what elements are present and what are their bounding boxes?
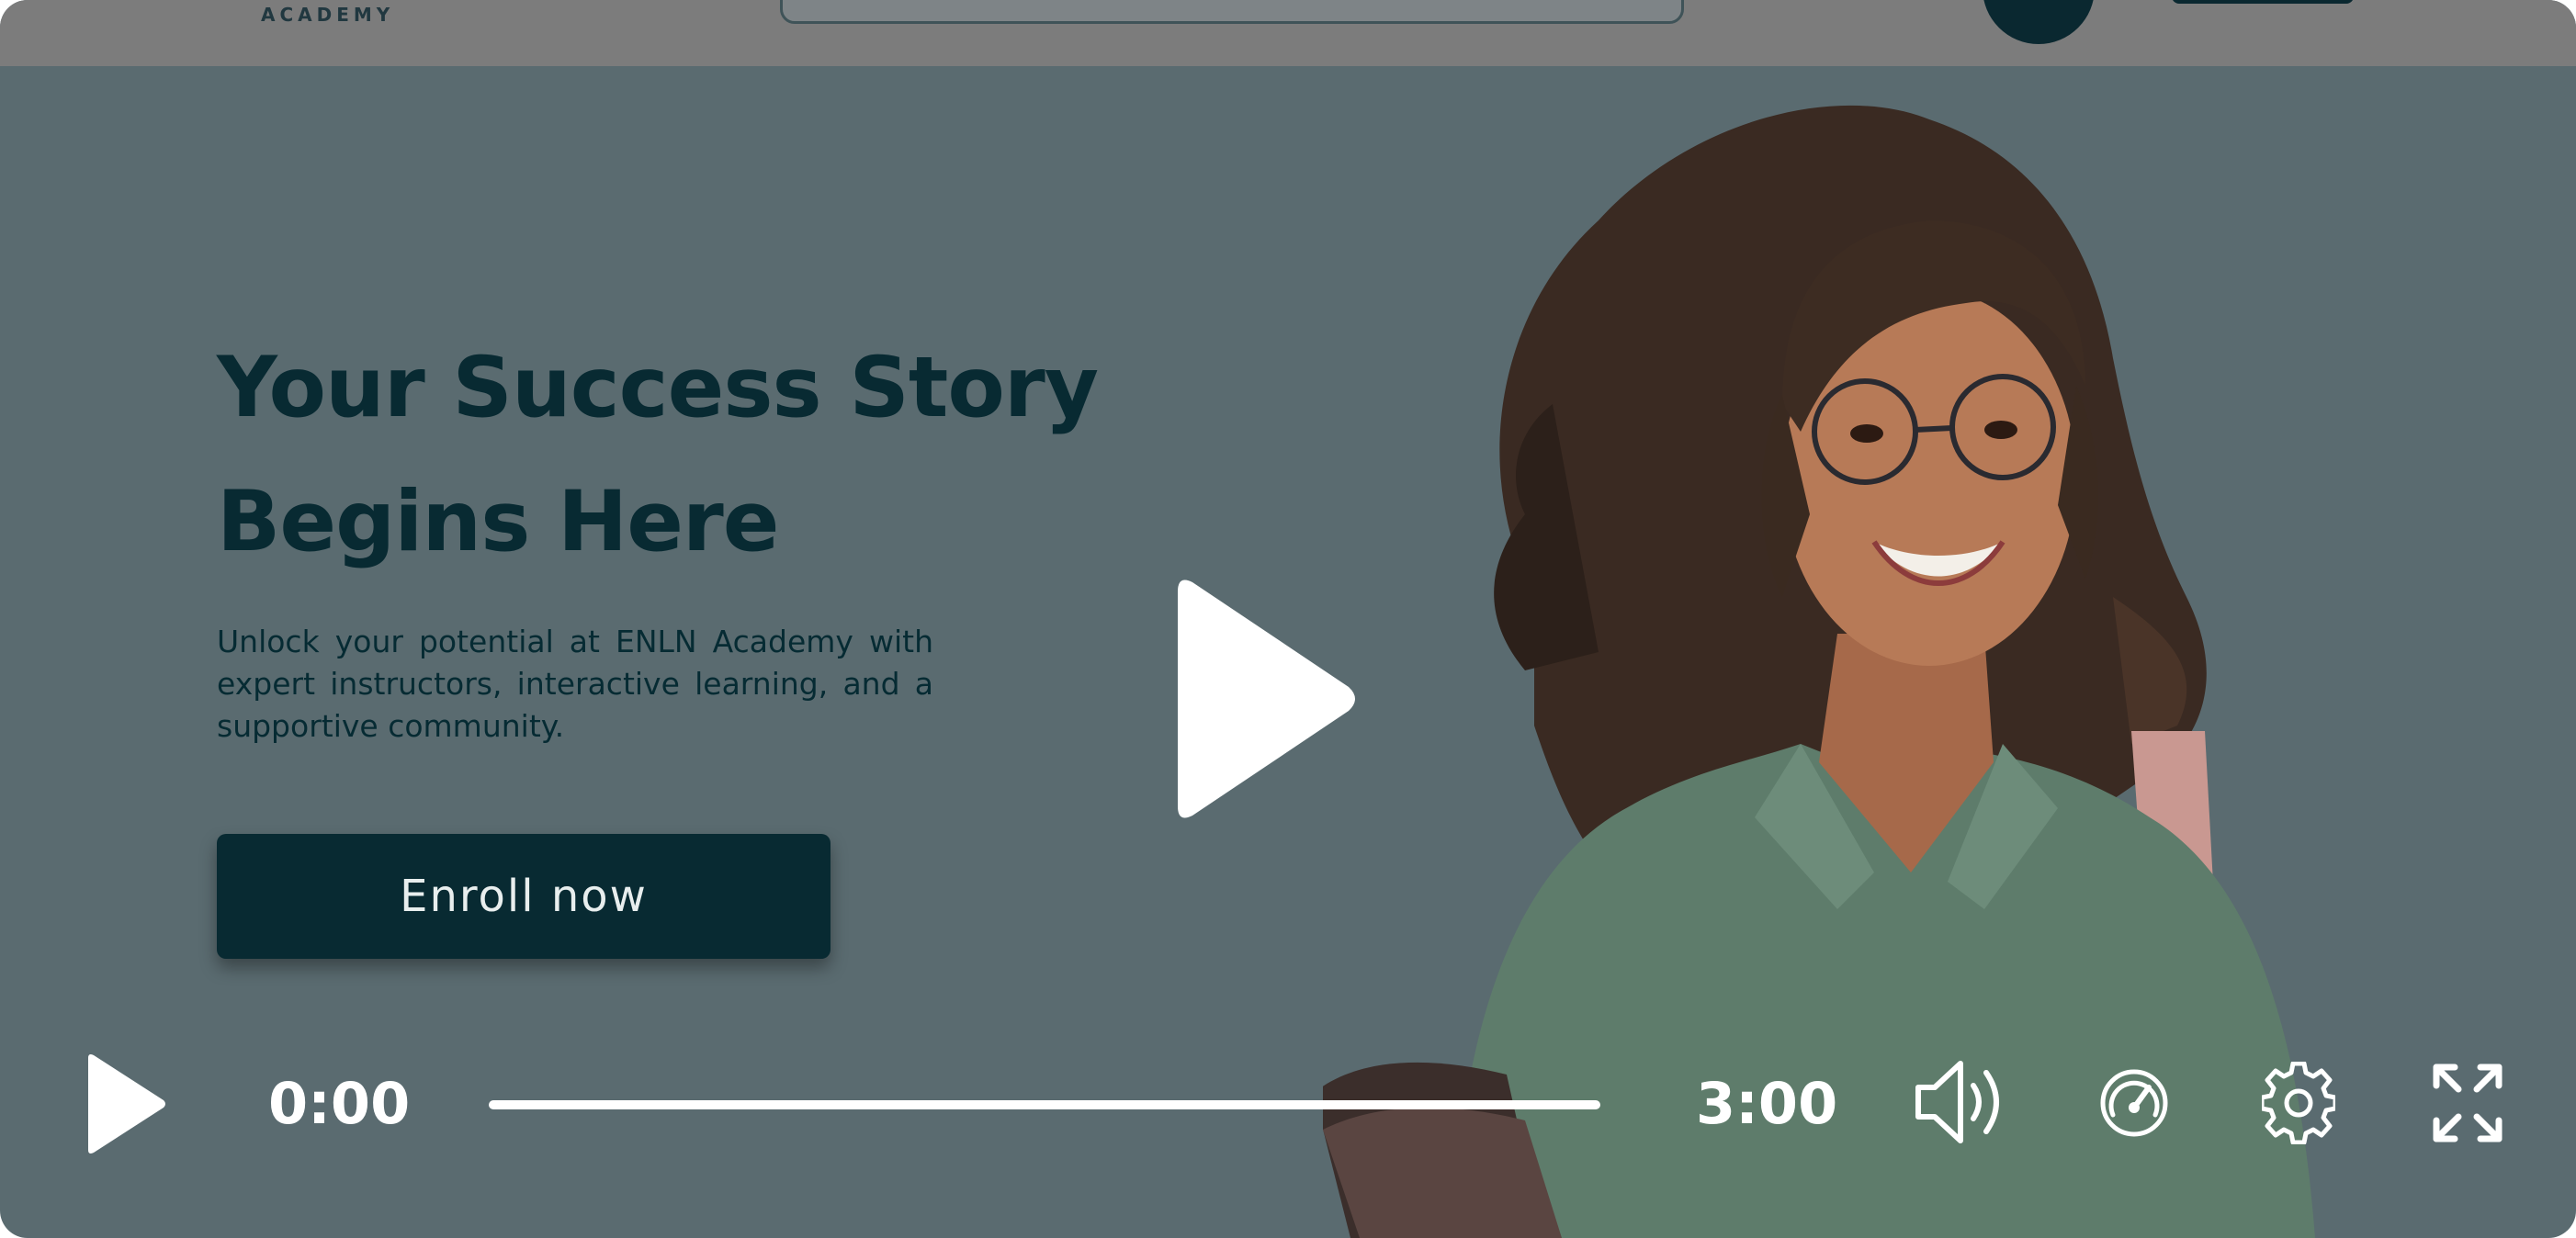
fullscreen-icon — [2433, 1064, 2503, 1142]
fullscreen-button[interactable] — [2433, 1064, 2503, 1142]
hero-title-line-2: Begins Here — [217, 474, 780, 570]
play-icon[interactable] — [86, 1052, 167, 1155]
volume-button[interactable] — [1913, 1058, 2008, 1146]
hero-title: Your Success Story Begins Here — [217, 321, 1099, 590]
logo-subtitle: ACADEMY — [261, 4, 395, 26]
hero-title-line-1: Your Success Story — [217, 340, 1099, 436]
play-icon[interactable] — [1169, 575, 1361, 823]
gear-icon — [2262, 1062, 2335, 1144]
speedometer-icon — [2100, 1069, 2168, 1137]
progress-track[interactable] — [489, 1100, 1600, 1109]
total-time: 3:00 — [1696, 1070, 1838, 1137]
settings-button[interactable] — [2262, 1062, 2335, 1144]
video-player[interactable]: ACADEMY Your Success Story Begins Here U… — [0, 0, 2576, 1238]
hero-subtitle: Unlock your potential at ENLN Academy wi… — [217, 624, 933, 744]
header-button[interactable] — [2172, 0, 2354, 4]
current-time: 0:00 — [268, 1070, 411, 1137]
volume-icon — [1915, 1061, 1999, 1143]
search-input[interactable] — [780, 0, 1684, 24]
avatar[interactable] — [1983, 0, 2095, 44]
site-header: ACADEMY — [0, 0, 2576, 66]
playback-speed-button[interactable] — [2098, 1060, 2170, 1146]
enroll-now-button[interactable]: Enroll now — [217, 834, 830, 959]
progress-bar[interactable] — [489, 1100, 1600, 1109]
